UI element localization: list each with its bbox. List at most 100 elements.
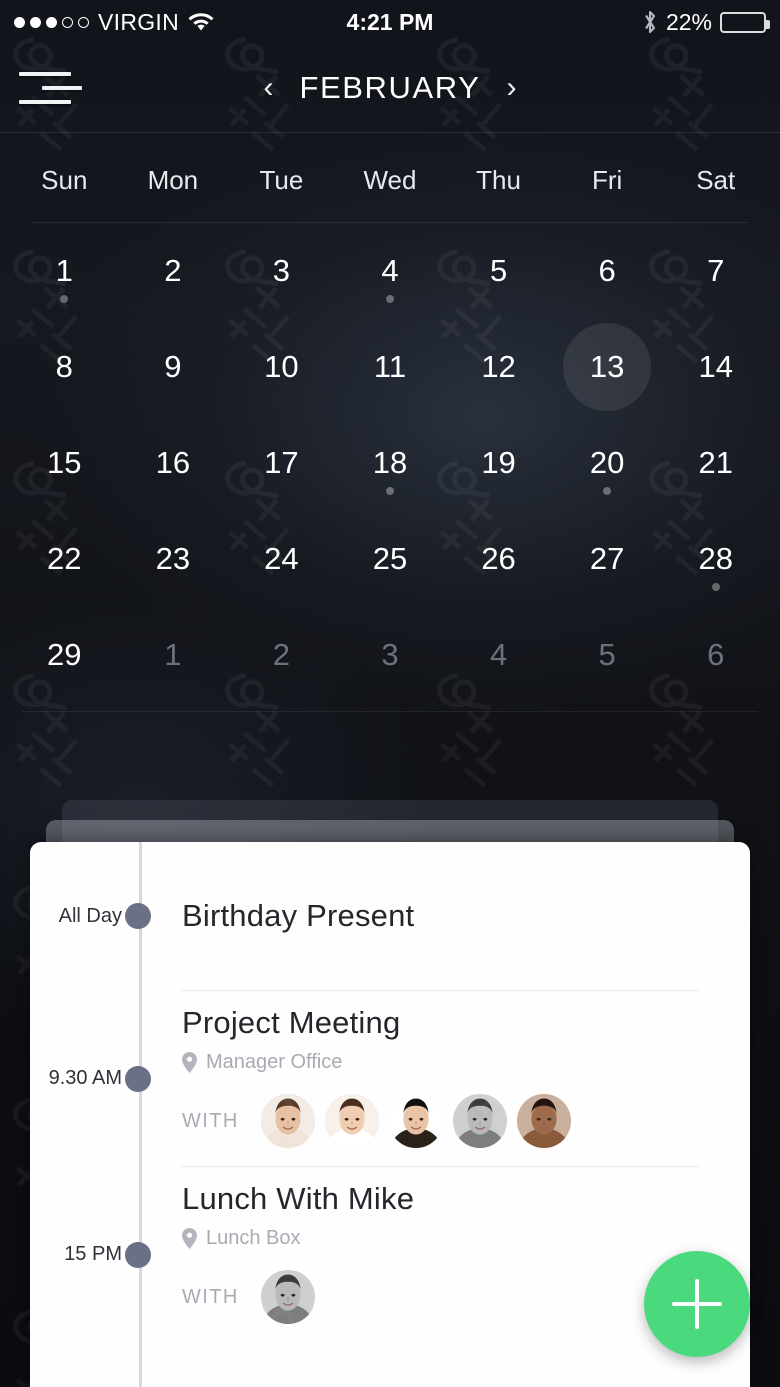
event-indicator-dot — [385, 295, 394, 303]
calendar-day-number: 28 — [698, 541, 733, 576]
location-pin-icon — [182, 1052, 197, 1073]
calendar-day-number: 5 — [598, 637, 616, 672]
avatar[interactable] — [324, 1094, 379, 1148]
calendar-day-cell[interactable]: 4 — [444, 607, 553, 703]
hamburger-menu-icon[interactable] — [0, 72, 86, 104]
calendar-day-cell[interactable]: 11 — [336, 319, 445, 415]
calendar-day-cell[interactable]: 10 — [227, 319, 336, 415]
calendar-day-number: 1 — [164, 637, 182, 672]
calendar-day-cell[interactable]: 6 — [661, 607, 770, 703]
calendar-day-number: 2 — [272, 637, 291, 672]
calendar-day-cell[interactable]: 24 — [227, 511, 336, 607]
calendar-day-cell[interactable]: 21 — [661, 415, 770, 511]
calendar-day-number: 3 — [272, 253, 291, 288]
calendar-day-cell[interactable]: 2 — [119, 223, 228, 319]
calendar-day-number: 6 — [707, 637, 725, 672]
calendar-day-number: 10 — [264, 349, 299, 384]
event-details: Birthday Present — [140, 898, 750, 934]
calendar-day-number: 5 — [489, 253, 508, 288]
event-time-label: All Day — [58, 904, 122, 927]
event-time-column: 15 PM — [30, 1167, 151, 1342]
calendar-day-cell[interactable]: 22 — [10, 511, 119, 607]
avatar[interactable] — [388, 1094, 443, 1148]
calendar-day-cell[interactable]: 25 — [336, 511, 445, 607]
calendar-day-cell[interactable]: 14 — [661, 319, 770, 415]
calendar-day-number: 3 — [381, 637, 399, 672]
event-details: Project Meeting Manager Office WITH — [140, 991, 750, 1166]
agenda-event-list: All Day Birthday Present 9.30 AM Project Me… — [30, 842, 750, 1342]
location-pin-icon — [182, 1228, 197, 1249]
calendar-day-cell[interactable]: 28 — [661, 511, 770, 607]
calendar-day-cell[interactable]: 26 — [444, 511, 553, 607]
attendees-label: WITH — [182, 1109, 239, 1132]
calendar-day-cell[interactable]: 9 — [119, 319, 228, 415]
chevron-right-icon[interactable]: › — [507, 73, 517, 103]
calendar-day-cell[interactable]: 27 — [553, 511, 662, 607]
avatar[interactable] — [452, 1094, 507, 1148]
calendar-day-cell[interactable]: 5 — [444, 223, 553, 319]
weekday-header-row: Sun Mon Tue Wed Thu Fri Sat — [10, 133, 770, 222]
calendar-day-cell[interactable]: 3 — [336, 607, 445, 703]
calendar-day-cell[interactable]: 12 — [444, 319, 553, 415]
event-location-label: Lunch Box — [206, 1227, 301, 1249]
month-navigator: ‹ FEBRUARY › — [0, 70, 780, 106]
calendar-day-number: 24 — [264, 541, 299, 576]
calendar-day-number: 27 — [589, 541, 625, 576]
status-bar: VIRGIN 4:21 PM 22% — [0, 0, 780, 44]
calendar-day-number: 1 — [55, 253, 73, 288]
weekday-label-thu: Thu — [476, 165, 521, 195]
weekday-label-fri: Fri — [591, 165, 623, 195]
calendar-day-number: 26 — [481, 541, 516, 576]
calendar-day-cell[interactable]: 23 — [119, 511, 228, 607]
bluetooth-icon — [645, 10, 656, 34]
calendar-day-number: 8 — [55, 349, 73, 384]
calendar-day-number: 12 — [481, 349, 516, 384]
event-indicator-dot — [60, 295, 69, 303]
calendar-day-cell[interactable]: 1 — [10, 223, 119, 319]
weekday-label-sat: Sat — [696, 165, 736, 195]
calendar-day-cell[interactable]: 5 — [553, 607, 662, 703]
calendar-day-cell[interactable]: 16 — [119, 415, 228, 511]
event-time-label: 15 PM — [64, 1243, 122, 1265]
calendar-day-cell[interactable]: 29 — [10, 607, 119, 703]
agenda-event-item[interactable]: 9.30 AM Project Meeting Manager Office WIT… — [30, 991, 750, 1166]
calendar-day-number: 2 — [164, 253, 182, 288]
avatar[interactable] — [260, 1094, 315, 1148]
calendar-day-cell[interactable]: 8 — [10, 319, 119, 415]
event-indicator-dot — [603, 487, 612, 495]
calendar-day-cell[interactable]: 1 — [119, 607, 228, 703]
calendar-day-number: 13 — [589, 349, 625, 384]
calendar-day-number: 21 — [698, 445, 733, 480]
add-event-button[interactable] — [644, 1251, 750, 1357]
event-indicator-dot — [711, 583, 720, 591]
calendar-day-cell[interactable]: 13 — [553, 319, 662, 415]
battery-percent-label: 22% — [665, 8, 712, 35]
calendar-day-cell[interactable]: 7 — [661, 223, 770, 319]
avatar[interactable] — [260, 1270, 315, 1324]
calendar-day-cell[interactable]: 3 — [227, 223, 336, 319]
calendar-day-cell[interactable]: 18 — [336, 415, 445, 511]
calendar-day-cell[interactable]: 20 — [553, 415, 662, 511]
timeline-marker-dot — [125, 1241, 151, 1268]
agenda-event-item[interactable]: 15 PM Lunch With Mike Lunch Box WITH — [30, 1167, 750, 1342]
calendar-day-number: 4 — [381, 253, 399, 288]
calendar-day-cell[interactable]: 19 — [444, 415, 553, 511]
chevron-left-icon[interactable]: ‹ — [263, 73, 273, 103]
page-title: FEBRUARY — [299, 70, 481, 105]
weekday-label-sun: Sun — [41, 165, 88, 195]
agenda-sheet[interactable]: All Day Birthday Present 9.30 AM Project Me… — [30, 842, 750, 1387]
calendar-day-number: 17 — [264, 445, 299, 480]
attendee-avatar-list — [260, 1094, 571, 1148]
calendar-day-cell[interactable]: 2 — [227, 607, 336, 703]
agenda-event-item[interactable]: All Day Birthday Present — [30, 842, 750, 990]
calendar-day-cell[interactable]: 15 — [10, 415, 119, 511]
event-title: Birthday Present — [182, 898, 415, 933]
avatar[interactable] — [516, 1094, 571, 1148]
timeline-marker-dot — [125, 1065, 151, 1092]
agenda-card-stack: All Day Birthday Present 9.30 AM Project Me… — [0, 800, 780, 1387]
calendar-day-cell[interactable]: 4 — [336, 223, 445, 319]
calendar-day-cell[interactable]: 6 — [553, 223, 662, 319]
calendar-day-cell[interactable]: 17 — [227, 415, 336, 511]
battery-icon — [720, 11, 770, 33]
event-title: Lunch With Mike — [182, 1181, 415, 1216]
